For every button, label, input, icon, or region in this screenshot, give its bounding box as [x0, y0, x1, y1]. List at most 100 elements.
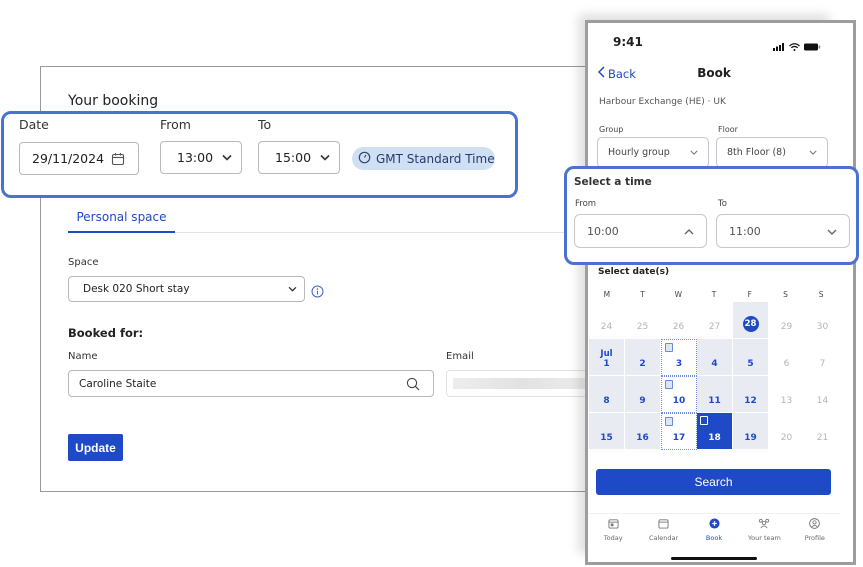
day-number: 2 [639, 359, 646, 369]
chevron-down-icon [690, 147, 698, 158]
calendar-day[interactable]: 19 [733, 413, 769, 450]
timezone-label: GMT Standard Time [376, 151, 495, 166]
day-number: 1 [603, 359, 610, 369]
booking-title: Your booking [68, 93, 159, 109]
name-value: Caroline Staite [79, 377, 157, 390]
tab-book[interactable]: Book [689, 514, 739, 553]
wifi-icon [789, 36, 800, 55]
day-number: 20 [780, 433, 793, 443]
month-label: Jul [600, 349, 613, 359]
profile-icon [809, 518, 821, 531]
day-number: 10 [672, 396, 686, 406]
day-number: 16 [636, 433, 649, 443]
calendar-day: 6 [769, 339, 805, 376]
space-value: Desk 020 Short stay [83, 283, 190, 295]
weekday-header: MTWTFSS [589, 290, 839, 299]
calendar-day-today[interactable]: 28 [733, 302, 769, 339]
booking-badge-icon [665, 417, 673, 426]
day-number: 19 [744, 433, 757, 443]
calendar-day[interactable]: 15 [589, 413, 625, 450]
time-to-select[interactable]: 11:00 [716, 214, 850, 248]
email-input[interactable] [446, 370, 596, 397]
tab-divider [175, 232, 575, 233]
calendar-day: 25 [625, 302, 661, 339]
name-input[interactable]: Caroline Staite [68, 370, 434, 397]
floor-select[interactable]: 8th Floor (8) [716, 137, 828, 168]
status-time: 9:41 [613, 35, 643, 49]
calendar-day[interactable]: 3 [661, 339, 697, 376]
calendar-day[interactable]: 11 [697, 376, 733, 413]
calendar-day: 14 [805, 376, 841, 413]
day-number: 26 [672, 322, 685, 332]
day-number: 11 [708, 396, 721, 406]
floor-label: Floor [718, 125, 738, 134]
calendar-day: 29 [769, 302, 805, 339]
calendar-day[interactable]: 4 [697, 339, 733, 376]
weekday-label: M [603, 290, 611, 299]
group-select[interactable]: Hourly group [597, 137, 709, 168]
time-from-value: 10:00 [587, 224, 619, 238]
tab-today[interactable]: Today [588, 514, 638, 553]
from-select[interactable]: 13:00 [160, 141, 242, 174]
calendar-day: 20 [769, 413, 805, 450]
calendar-day[interactable]: 12 [733, 376, 769, 413]
tab-personal-space[interactable]: Personal space [68, 210, 175, 233]
tab-label: Profile [804, 534, 825, 542]
calendar-day[interactable]: 2 [625, 339, 661, 376]
calendar-day: 7 [805, 339, 841, 376]
chevron-down-icon [827, 225, 837, 238]
search-icon[interactable] [401, 377, 425, 391]
tab-profile[interactable]: Profile [790, 514, 840, 553]
calendar-day-selected[interactable]: 18 [697, 413, 733, 450]
calendar-day[interactable]: 17 [661, 413, 697, 450]
calendar-day[interactable]: 16 [625, 413, 661, 450]
battery-icon [804, 36, 821, 55]
name-label: Name [68, 351, 98, 362]
day-number: 6 [783, 359, 790, 369]
update-button[interactable]: Update [68, 434, 123, 461]
info-icon[interactable] [311, 283, 324, 302]
timezone-badge: GMT Standard Time [352, 147, 495, 170]
calendar-day[interactable]: 10 [661, 376, 697, 413]
calendar-week: 8 9 10 11 12 13 14 [589, 376, 841, 413]
status-icons [773, 36, 821, 55]
calendar-day: 30 [805, 302, 841, 339]
plus-circle-icon [708, 518, 720, 531]
day-number: 5 [747, 359, 754, 369]
calendar-day[interactable]: 9 [625, 376, 661, 413]
home-indicator [671, 557, 757, 560]
calendar-day[interactable]: Jul 1 [589, 339, 625, 376]
day-number: 4 [711, 359, 718, 369]
team-icon [757, 518, 771, 531]
chevron-up-icon [684, 225, 694, 238]
day-number: 24 [600, 322, 613, 332]
tab-your-team[interactable]: Your team [739, 514, 789, 553]
calendar-icon[interactable] [106, 152, 130, 166]
chevron-down-icon [809, 147, 817, 158]
time-from-select[interactable]: 10:00 [574, 214, 707, 248]
booking-badge-icon [665, 380, 673, 389]
signal-icon [773, 36, 785, 55]
day-number: 30 [816, 322, 829, 332]
location-label: Harbour Exchange (HE) · UK [599, 97, 726, 107]
date-input[interactable]: 29/11/2024 [19, 142, 139, 175]
tab-label: Calendar [648, 534, 679, 542]
email-label: Email [446, 351, 474, 362]
calendar-day[interactable]: 8 [589, 376, 625, 413]
calendar-day[interactable]: 5 [733, 339, 769, 376]
today-icon [608, 518, 619, 531]
day-number: 3 [675, 359, 683, 369]
search-button[interactable]: Search [596, 469, 831, 495]
tab-label: Your team [748, 534, 781, 542]
to-select[interactable]: 15:00 [258, 141, 340, 174]
tab-calendar[interactable]: Calendar [638, 514, 688, 553]
weekday-label: S [783, 290, 788, 299]
space-select[interactable]: Desk 020 Short stay [68, 276, 305, 302]
calendar-week: Jul 1 2 3 4 5 6 7 [589, 339, 841, 376]
calendar-grid: 24 25 26 27 28 29 30 Jul 1 2 3 4 5 6 7 8 9 10 11 12 13 14 15 16… [589, 302, 841, 450]
time-to-value: 11:00 [729, 224, 761, 238]
group-value: Hourly group [608, 147, 670, 158]
day-number: 9 [639, 396, 646, 406]
day-number: 27 [708, 322, 721, 332]
group-label: Group [599, 125, 624, 134]
